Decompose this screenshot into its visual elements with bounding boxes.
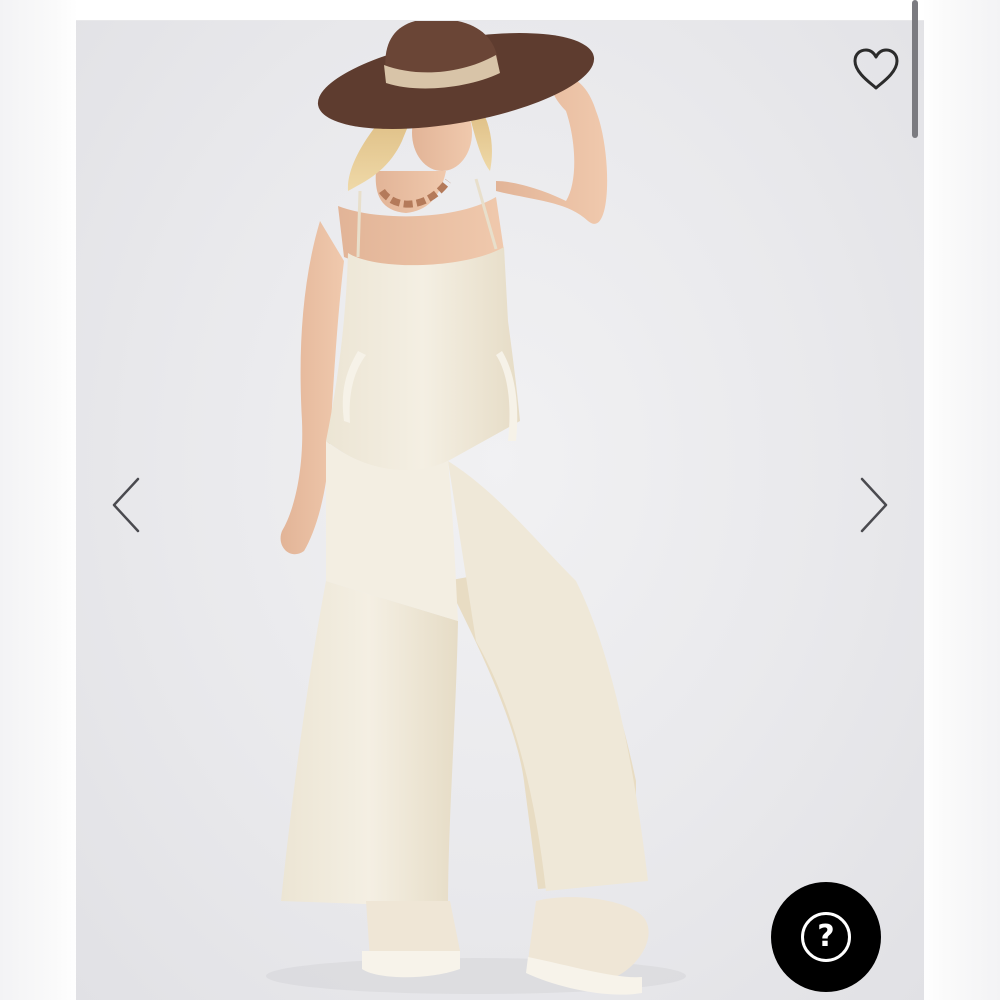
product-page: ? [0,0,1000,1000]
question-circle-icon: ? [801,912,851,962]
carousel-prev-button[interactable] [104,470,148,540]
carousel-next-button[interactable] [852,470,896,540]
left-edge-shade [0,0,78,1000]
chevron-right-icon [860,477,888,533]
product-photo [266,21,686,995]
product-image-carousel[interactable] [76,21,924,1000]
favorite-button[interactable] [846,42,906,96]
chevron-left-icon [112,477,140,533]
help-label: ? [817,919,835,954]
scrollbar-thumb[interactable] [912,0,918,138]
help-button[interactable]: ? [771,882,881,992]
heart-outline-icon [853,48,899,90]
right-edge-shade [922,0,1000,1000]
top-header-strip [76,0,924,21]
